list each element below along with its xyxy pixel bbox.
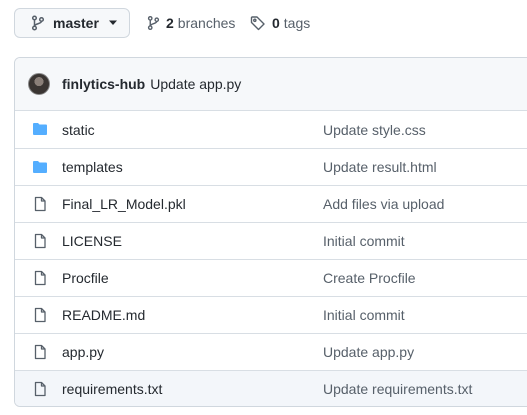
file-icon xyxy=(32,307,48,323)
branches-link[interactable]: 2 branches xyxy=(147,13,235,33)
git-branch-icon xyxy=(147,15,160,31)
file-commit-message-link[interactable]: Update result.html xyxy=(323,159,437,175)
branches-count: 2 xyxy=(166,15,174,31)
file-row[interactable]: LICENSE Initial commit xyxy=(15,222,527,259)
branches-label: branches xyxy=(177,15,236,31)
file-commit-message-link[interactable]: Initial commit xyxy=(323,307,405,323)
tag-icon xyxy=(250,15,266,31)
file-icon xyxy=(32,270,48,286)
repo-toolbar: master 2 branches 0 tags xyxy=(0,0,527,56)
file-commit-message-link[interactable]: Update requirements.txt xyxy=(323,381,472,397)
branch-name: master xyxy=(53,15,99,31)
file-name-link[interactable]: requirements.txt xyxy=(62,381,162,397)
file-row[interactable]: app.py Update app.py xyxy=(15,333,527,370)
file-commit-message-link[interactable]: Update app.py xyxy=(323,344,414,360)
chevron-down-icon xyxy=(108,18,118,28)
file-browser: finlytics-hub Update app.py static Update… xyxy=(14,57,527,407)
commit-message[interactable]: Update app.py xyxy=(150,76,241,92)
file-commit-message-link[interactable]: Add files via upload xyxy=(323,196,444,212)
file-name-link[interactable]: Procfile xyxy=(62,270,109,286)
file-row[interactable]: requirements.txt Update requirements.txt xyxy=(15,370,527,406)
git-branch-icon xyxy=(31,15,45,31)
branch-select-button[interactable]: master xyxy=(14,8,130,38)
folder-icon xyxy=(32,159,48,175)
file-row[interactable]: Procfile Create Procfile xyxy=(15,259,527,296)
file-list: static Update style.css templates Update re… xyxy=(15,111,527,406)
file-commit-message-link[interactable]: Create Procfile xyxy=(323,270,416,286)
file-commit-message-link[interactable]: Update style.css xyxy=(323,122,426,138)
file-name-link[interactable]: Final_LR_Model.pkl xyxy=(62,196,186,212)
avatar[interactable] xyxy=(28,73,50,95)
tags-link[interactable]: 0 tags xyxy=(250,13,310,33)
file-name-link[interactable]: LICENSE xyxy=(62,233,122,249)
file-commit-message-link[interactable]: Initial commit xyxy=(323,233,405,249)
file-icon xyxy=(32,344,48,360)
latest-commit-header: finlytics-hub Update app.py xyxy=(15,58,527,111)
file-row[interactable]: Final_LR_Model.pkl Add files via upload xyxy=(15,185,527,222)
file-row[interactable]: README.md Initial commit xyxy=(15,296,527,333)
folder-icon xyxy=(32,121,48,137)
file-name-link[interactable]: templates xyxy=(62,159,123,175)
file-name-link[interactable]: app.py xyxy=(62,344,104,360)
file-row[interactable]: templates Update result.html xyxy=(15,148,527,185)
tags-label: tags xyxy=(283,15,311,31)
commit-author[interactable]: finlytics-hub xyxy=(62,76,145,92)
file-icon xyxy=(32,196,48,212)
file-name-link[interactable]: static xyxy=(62,122,95,138)
tags-count: 0 xyxy=(272,15,280,31)
file-icon xyxy=(32,381,48,397)
file-name-link[interactable]: README.md xyxy=(62,307,145,323)
file-icon xyxy=(32,233,48,249)
file-row[interactable]: static Update style.css xyxy=(15,111,527,148)
